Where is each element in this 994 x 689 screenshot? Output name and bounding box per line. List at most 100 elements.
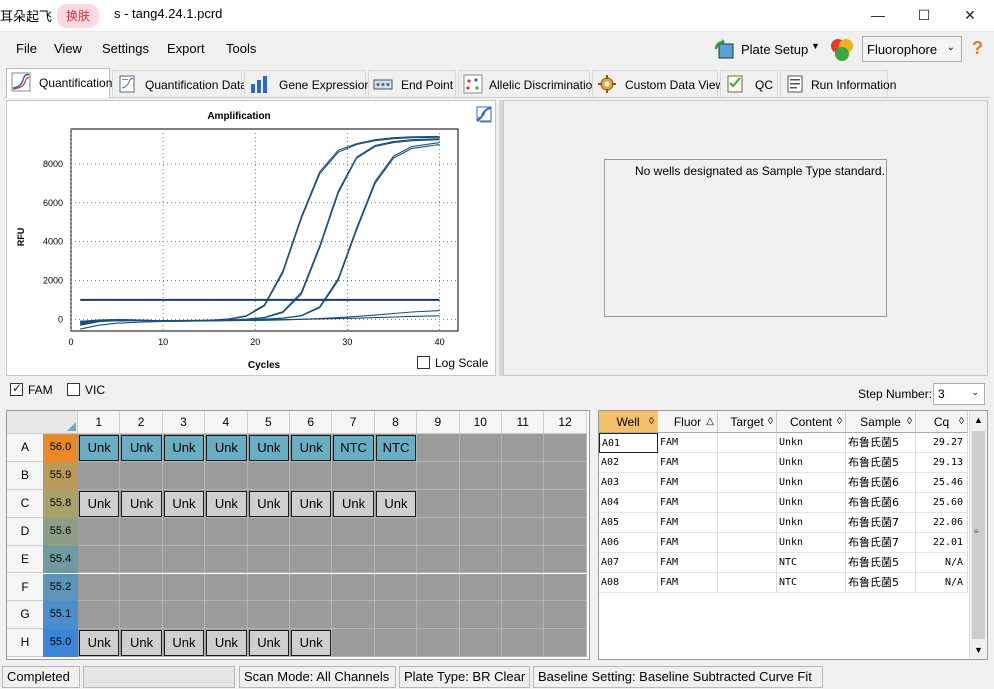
plate-column-header[interactable]: 7 <box>332 411 375 434</box>
plate-well-slot[interactable] <box>332 601 375 630</box>
plate-row-header[interactable]: C <box>7 489 43 518</box>
table-cell[interactable]: 布鲁氏菌6 <box>846 493 916 513</box>
minimize-button[interactable]: — <box>855 0 901 30</box>
plate-well-slot[interactable] <box>544 461 587 490</box>
plate-well[interactable]: Unk <box>79 490 120 517</box>
plate-well-slot[interactable] <box>332 517 375 546</box>
fam-checkbox[interactable]: FAM <box>10 381 53 397</box>
plate-well-slot[interactable] <box>417 489 460 518</box>
table-cell[interactable] <box>718 553 777 573</box>
plate-column-header[interactable]: 3 <box>162 411 206 434</box>
plate-well[interactable]: Unk <box>163 630 205 657</box>
plate-well-slot[interactable] <box>162 517 206 546</box>
table-cell[interactable]: 22.06 <box>916 513 968 533</box>
table-cell[interactable]: FAM <box>658 553 718 573</box>
menu-export[interactable]: Export <box>167 41 205 56</box>
plate-well-slot[interactable] <box>417 601 460 630</box>
plate-well-slot[interactable] <box>459 517 502 546</box>
table-column-header[interactable]: Content ◊ <box>777 411 846 433</box>
tab-custom-data-view[interactable]: Custom Data View <box>592 70 724 97</box>
plate-column-header[interactable]: 9 <box>417 411 460 434</box>
plate-well[interactable]: Unk <box>163 490 205 517</box>
close-button[interactable]: ✕ <box>947 0 993 30</box>
plate-well-slot[interactable] <box>459 601 502 630</box>
plate-well-slot[interactable] <box>459 461 502 490</box>
plate-well-slot[interactable] <box>162 601 206 630</box>
table-cell[interactable]: A05 <box>599 513 658 533</box>
plate-well-slot[interactable] <box>544 629 587 658</box>
plate-well-slot[interactable] <box>78 573 121 602</box>
table-cell[interactable]: A08 <box>599 573 658 593</box>
fluorophore-select[interactable]: Fluorophore ⌄ <box>862 36 962 62</box>
table-cell[interactable]: FAM <box>658 453 718 473</box>
table-cell[interactable]: Unkn <box>777 433 846 453</box>
sort-icon[interactable]: △ <box>706 411 714 433</box>
plate-well-slot[interactable] <box>162 545 206 574</box>
plate-well[interactable]: Unk <box>291 435 332 461</box>
table-cell[interactable] <box>718 533 777 553</box>
plate-well-slot[interactable] <box>290 545 333 574</box>
plate-well-slot[interactable] <box>247 461 290 490</box>
table-cell[interactable]: NTC <box>777 553 846 573</box>
plate-well-slot[interactable] <box>290 461 333 490</box>
curve-icon[interactable] <box>475 105 493 123</box>
baseline-setting-status[interactable]: Baseline Setting: Baseline Subtracted Cu… <box>533 666 823 688</box>
plate-well-slot[interactable] <box>78 461 121 490</box>
fluorophore-balls-icon[interactable] <box>829 37 855 63</box>
scroll-up-icon[interactable]: ▲ <box>974 415 983 425</box>
tab-qc[interactable]: QC <box>720 70 778 97</box>
maximize-button[interactable]: ☐ <box>901 0 947 30</box>
plate-well-slot[interactable] <box>502 573 545 602</box>
plate-well-slot[interactable] <box>332 629 375 658</box>
skin-button[interactable]: 换肤 <box>57 4 99 28</box>
table-cell[interactable]: 布鲁氏菌5 <box>846 453 916 473</box>
plate-well-slot[interactable] <box>544 517 587 546</box>
plate-well-slot[interactable] <box>374 573 418 602</box>
table-cell[interactable]: 29.13 <box>916 453 968 473</box>
plate-well[interactable]: Unk <box>248 630 289 657</box>
table-cell[interactable]: 布鲁氏菌5 <box>846 553 916 573</box>
tab-gene-expression[interactable]: Gene Expression <box>244 70 371 97</box>
table-cell[interactable] <box>718 473 777 493</box>
plate-well-slot[interactable] <box>120 545 163 574</box>
plate-well-slot[interactable] <box>162 461 206 490</box>
menu-view[interactable]: View <box>54 41 82 56</box>
plate-row-header[interactable]: G <box>7 601 43 630</box>
tab-run-information[interactable]: Run Information <box>780 70 896 97</box>
plate-column-header[interactable]: 10 <box>459 411 502 434</box>
table-cell[interactable] <box>718 573 777 593</box>
checkbox-box[interactable] <box>417 356 430 369</box>
plate-row-header[interactable]: E <box>7 545 43 574</box>
plate-well-slot[interactable] <box>78 517 121 546</box>
plate-well-slot[interactable] <box>205 461 248 490</box>
table-cell[interactable]: A03 <box>599 473 658 493</box>
plate-column-header[interactable]: 2 <box>120 411 163 434</box>
plate-well-slot[interactable] <box>205 601 248 630</box>
table-cell[interactable]: FAM <box>658 473 718 493</box>
table-cell[interactable]: FAM <box>658 433 718 453</box>
table-cell[interactable] <box>718 453 777 473</box>
plate-well-slot[interactable] <box>332 573 375 602</box>
table-cell[interactable]: NTC <box>777 573 846 593</box>
menu-tools[interactable]: Tools <box>226 41 256 56</box>
plate-well-slot[interactable] <box>374 461 418 490</box>
table-cell[interactable]: FAM <box>658 493 718 513</box>
table-cell[interactable]: A04 <box>599 493 658 513</box>
plate-well-slot[interactable] <box>205 573 248 602</box>
table-column-header[interactable]: Target ◊ <box>718 411 777 433</box>
table-column-header[interactable]: Well ◊ <box>599 411 658 433</box>
plate-row-header[interactable]: B <box>7 461 43 490</box>
plate-well[interactable]: Unk <box>79 630 120 657</box>
plate-well-slot[interactable] <box>502 489 545 518</box>
table-cell[interactable]: 布鲁氏菌5 <box>846 573 916 593</box>
menu-file[interactable]: File <box>16 41 37 56</box>
plate-well-slot[interactable] <box>162 573 206 602</box>
plate-well-slot[interactable] <box>544 601 587 630</box>
plate-well[interactable]: Unk <box>121 435 162 461</box>
plate-well-slot[interactable] <box>502 517 545 546</box>
table-cell[interactable]: Unkn <box>777 533 846 553</box>
checkbox-box[interactable] <box>67 383 80 396</box>
table-cell[interactable] <box>718 513 777 533</box>
sort-icon[interactable]: ◊ <box>907 411 912 433</box>
sort-icon[interactable]: ◊ <box>959 411 964 433</box>
